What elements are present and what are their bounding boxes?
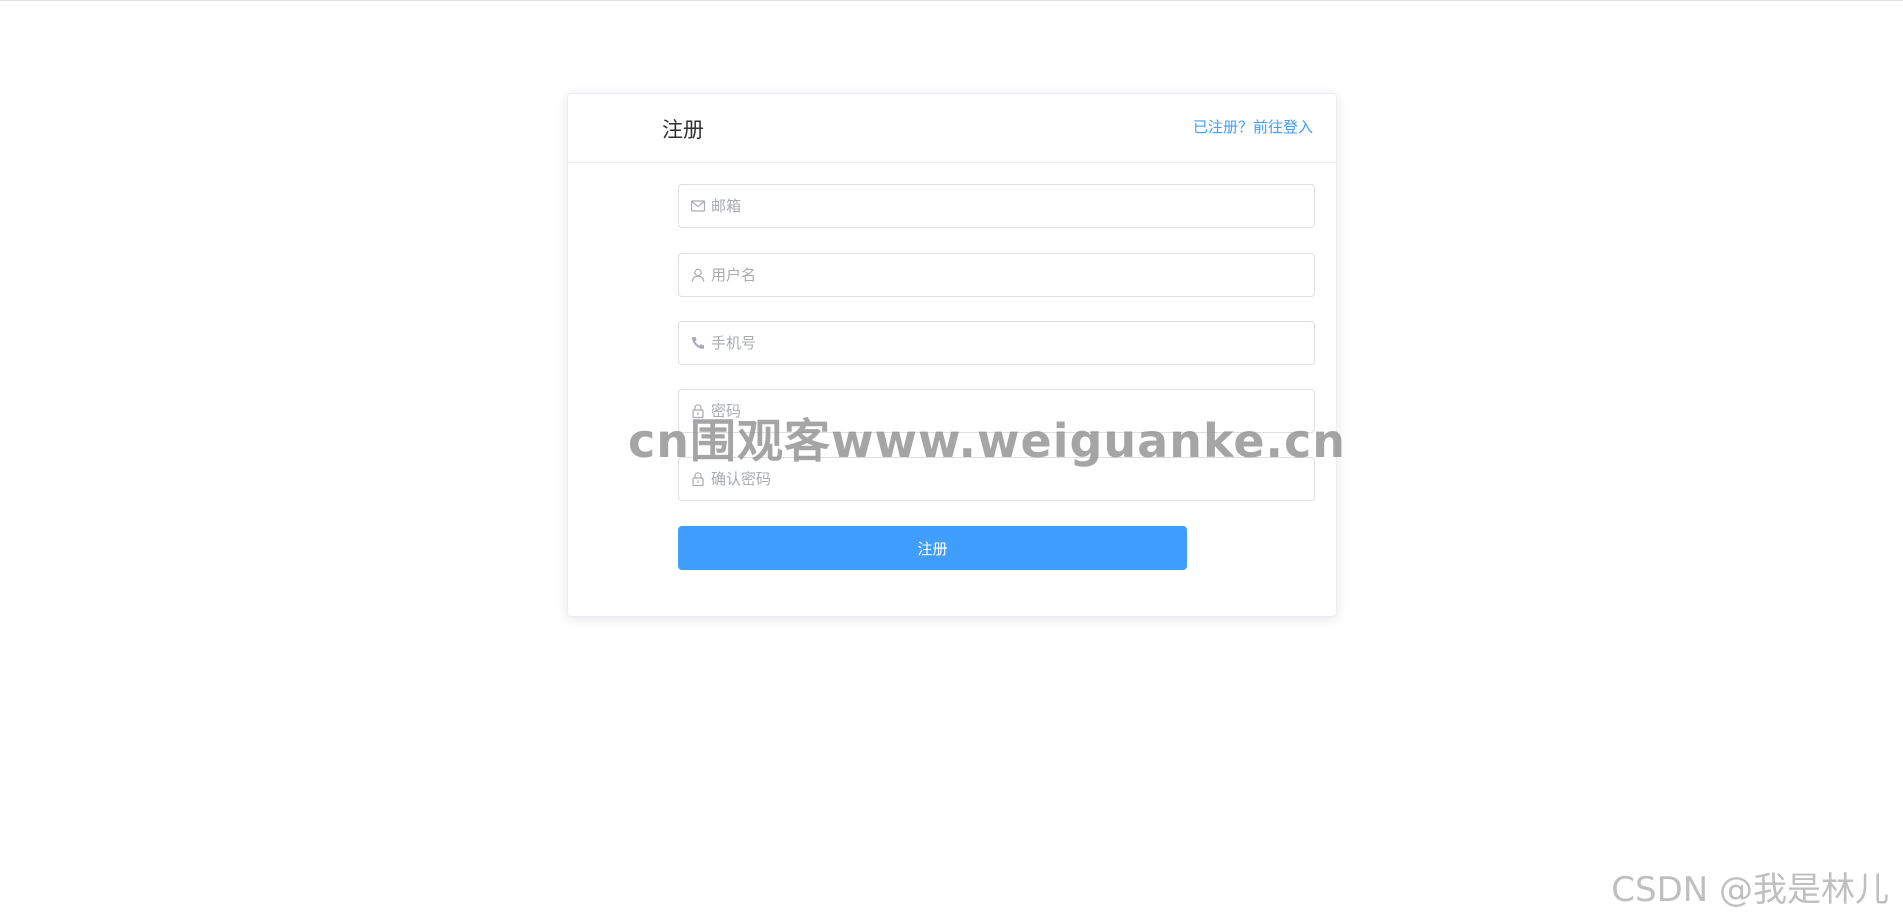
register-card: 注册 已注册？前往登入 邮箱 用户名 手机号 注册 (567, 93, 1337, 617)
password-field[interactable] (678, 389, 1315, 433)
mail-icon (690, 200, 706, 212)
lock-icon (692, 472, 704, 487)
phone-icon (691, 337, 704, 350)
phone-input[interactable] (711, 322, 1301, 364)
card-header: 注册 已注册？前往登入 (568, 94, 1336, 163)
username-input[interactable] (711, 254, 1301, 296)
email-field[interactable] (678, 184, 1315, 228)
email-input[interactable] (711, 185, 1301, 227)
user-icon (691, 268, 705, 282)
top-divider (0, 0, 1903, 1)
page-title: 注册 (662, 118, 704, 142)
username-field[interactable] (678, 253, 1315, 297)
confirm-password-input[interactable] (711, 458, 1301, 500)
lock-icon (692, 404, 704, 419)
author-watermark: CSDN @我是林儿 (1611, 870, 1889, 910)
register-button[interactable]: 注册 (678, 526, 1187, 570)
login-link[interactable]: 已注册？前往登入 (1193, 117, 1313, 137)
password-input[interactable] (711, 390, 1301, 432)
phone-field[interactable] (678, 321, 1315, 365)
confirm-password-field[interactable] (678, 457, 1315, 501)
